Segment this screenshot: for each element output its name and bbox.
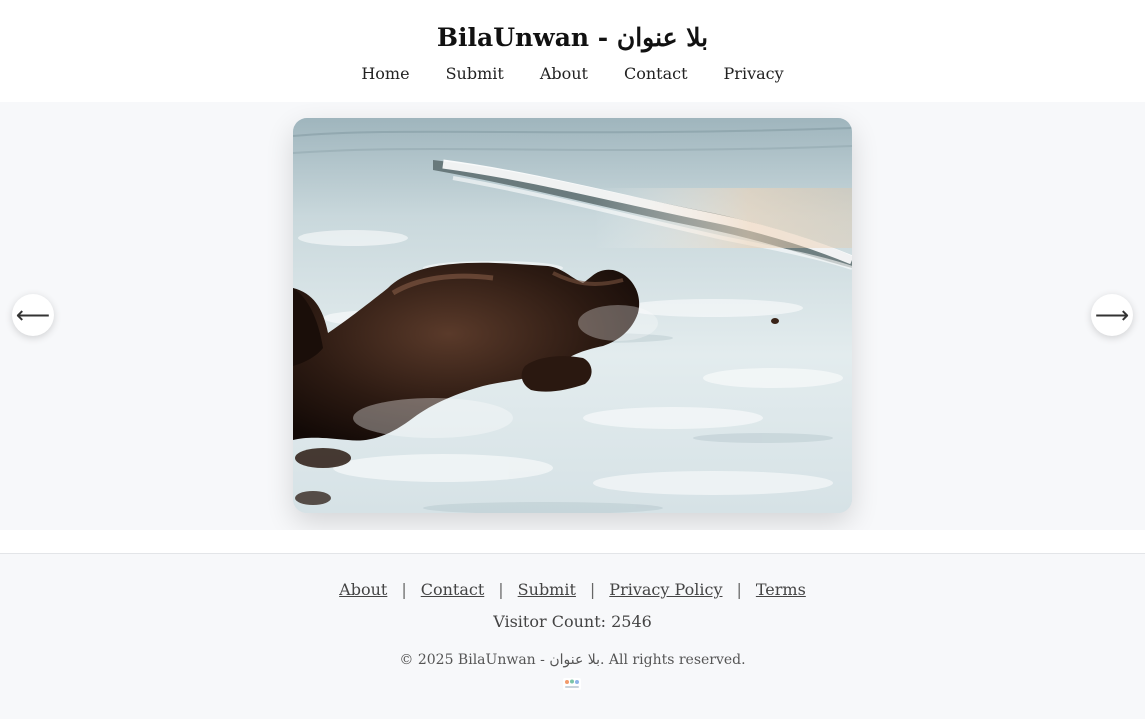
site-header: BilaUnwan - بلا عنوان Home Submit About … bbox=[0, 0, 1145, 102]
visitor-count: Visitor Count: 2546 bbox=[493, 612, 652, 631]
footer-link-submit[interactable]: Submit bbox=[518, 578, 576, 602]
nav-privacy[interactable]: Privacy bbox=[724, 62, 784, 86]
site-footer: About | Contact | Submit | Privacy Polic… bbox=[0, 554, 1145, 719]
carousel-slide bbox=[293, 118, 852, 513]
footer-link-contact[interactable]: Contact bbox=[421, 578, 485, 602]
main-nav: Home Submit About Contact Privacy bbox=[0, 62, 1145, 86]
copyright-text: © 2025 BilaUnwan - بلا عنوان. All rights… bbox=[399, 652, 746, 668]
section-divider bbox=[0, 530, 1145, 554]
nav-contact[interactable]: Contact bbox=[624, 62, 688, 86]
counter-badge-icon bbox=[563, 678, 581, 690]
footer-link-terms[interactable]: Terms bbox=[756, 578, 806, 602]
arrow-left-icon: ⟵ bbox=[15, 301, 51, 329]
footer-separator: | bbox=[401, 580, 407, 599]
nav-about[interactable]: About bbox=[540, 62, 588, 86]
nav-home[interactable]: Home bbox=[361, 62, 409, 86]
footer-separator: | bbox=[498, 580, 504, 599]
carousel-next-button[interactable]: ⟶ bbox=[1091, 294, 1133, 336]
nav-submit[interactable]: Submit bbox=[446, 62, 504, 86]
arrow-right-icon: ⟶ bbox=[1094, 301, 1130, 329]
ocean-waves-rocks-photo bbox=[293, 118, 852, 513]
footer-link-about[interactable]: About bbox=[339, 578, 387, 602]
site-title: BilaUnwan - بلا عنوان bbox=[436, 23, 709, 52]
footer-separator: | bbox=[736, 580, 742, 599]
image-carousel: ⟵ ⟶ bbox=[0, 102, 1145, 530]
carousel-prev-button[interactable]: ⟵ bbox=[12, 294, 54, 336]
footer-separator: | bbox=[589, 580, 596, 599]
footer-link-privacy-policy[interactable]: Privacy Policy bbox=[609, 578, 722, 602]
footer-links: About | Contact | Submit | Privacy Polic… bbox=[0, 578, 1145, 602]
